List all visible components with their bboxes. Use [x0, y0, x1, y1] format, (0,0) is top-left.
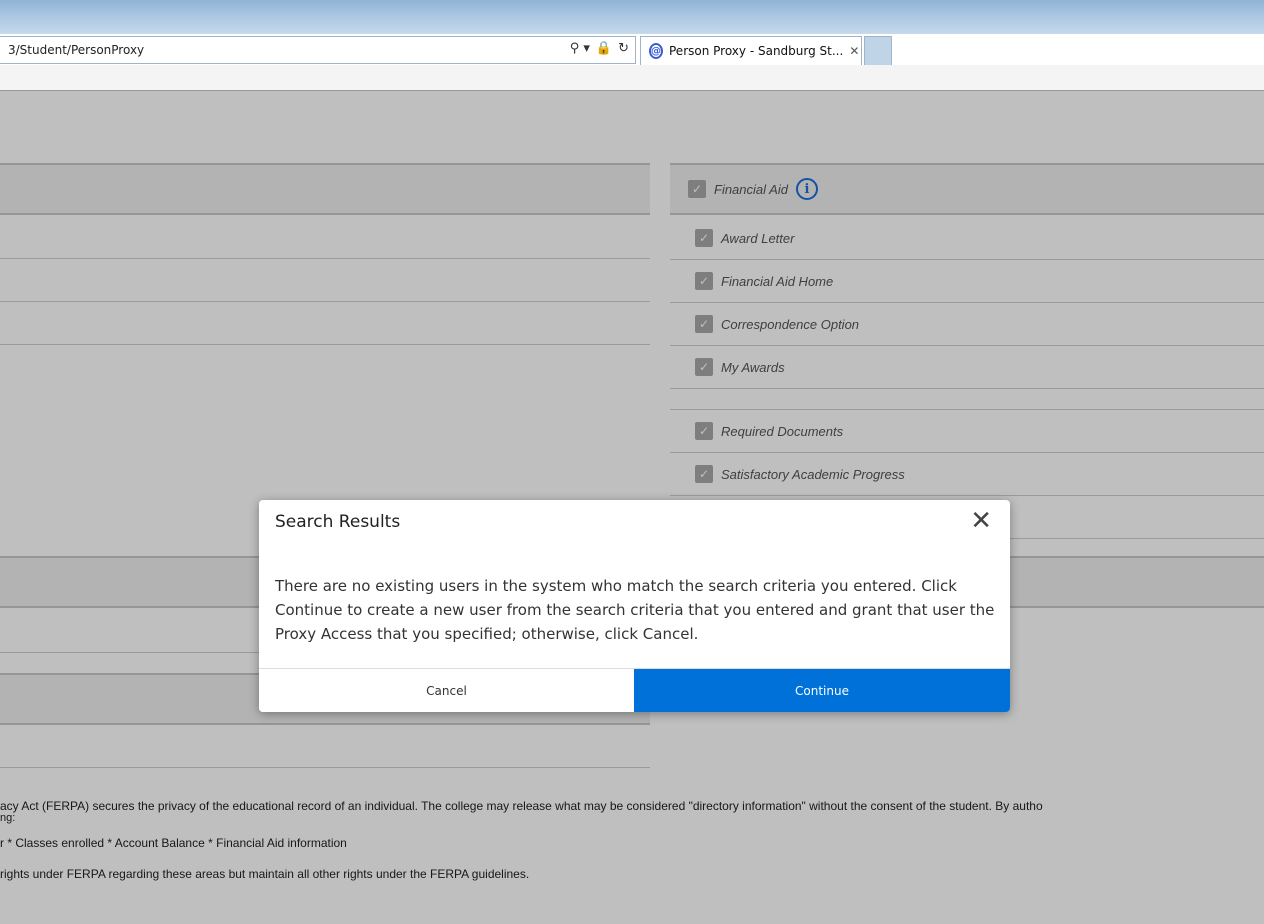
close-icon[interactable]: ✕: [970, 508, 992, 534]
window-titlebar: [0, 0, 1264, 34]
browser-tab[interactable]: @ Person Proxy - Sandburg St... ✕: [640, 36, 862, 65]
lock-icon: 🔒: [595, 41, 613, 56]
tab-close-icon[interactable]: ✕: [849, 44, 859, 58]
command-bar: [0, 65, 1264, 91]
dialog-title: Search Results: [275, 512, 401, 532]
address-bar[interactable]: 3/Student/PersonProxy ⚲ ▾ 🔒 ↻: [0, 36, 636, 64]
dialog-message: There are no existing users in the syste…: [275, 577, 995, 643]
new-tab-button[interactable]: [864, 36, 892, 65]
cancel-button[interactable]: Cancel: [259, 669, 634, 712]
continue-button[interactable]: Continue: [634, 669, 1010, 712]
search-results-dialog: Search Results ✕ There are no existing u…: [259, 500, 1010, 712]
url-text[interactable]: 3/Student/PersonProxy: [8, 43, 144, 57]
site-favicon-icon: @: [649, 43, 663, 59]
search-dropdown-icon[interactable]: ⚲ ▾: [570, 41, 590, 56]
tab-title: Person Proxy - Sandburg St...: [669, 44, 844, 58]
dialog-footer: Cancel Continue: [259, 668, 1010, 712]
address-tools: ⚲ ▾ 🔒 ↻: [570, 41, 629, 56]
refresh-icon[interactable]: ↻: [618, 41, 629, 56]
